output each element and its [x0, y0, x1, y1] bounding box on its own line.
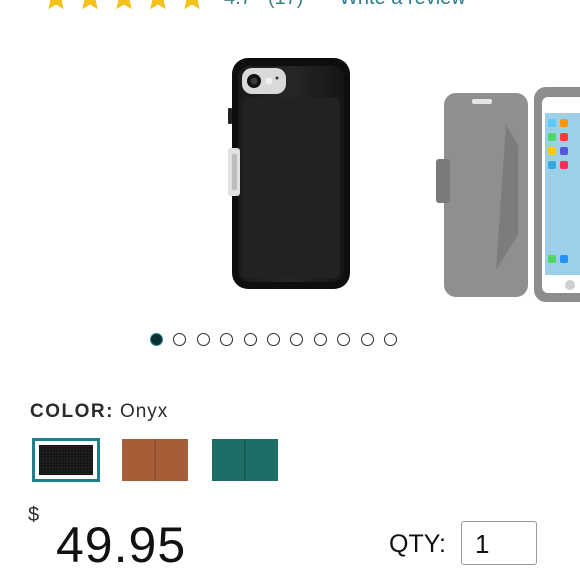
product-image-open — [436, 85, 580, 305]
star-icon — [178, 0, 206, 12]
swatch-fill — [212, 439, 278, 481]
carousel-dot[interactable] — [360, 333, 374, 346]
carousel-dot[interactable] — [220, 333, 234, 346]
carousel-dot[interactable] — [173, 333, 187, 346]
color-swatch-brown[interactable] — [122, 439, 188, 481]
write-review-link[interactable]: Write a review — [339, 0, 465, 10]
product-image-carousel[interactable] — [0, 40, 580, 310]
color-swatch-teal[interactable] — [212, 439, 278, 481]
star-rating — [42, 0, 206, 12]
color-swatch-onyx[interactable] — [32, 438, 100, 482]
carousel-dot[interactable] — [313, 333, 327, 346]
star-icon — [42, 0, 70, 12]
carousel-dot[interactable] — [290, 333, 304, 346]
star-icon — [110, 0, 138, 12]
swatch-fill — [39, 445, 93, 475]
carousel-dot[interactable] — [196, 333, 210, 346]
star-icon — [76, 0, 104, 12]
quantity-label: QTY: — [389, 530, 446, 558]
carousel-dot[interactable] — [337, 333, 351, 346]
swatch-fill — [122, 439, 188, 481]
price-currency: $ — [28, 504, 40, 526]
color-label: COLOR: Onyx — [30, 401, 168, 423]
carousel-dot-active[interactable] — [150, 333, 163, 346]
carousel-dot[interactable] — [266, 333, 280, 346]
product-image-front — [228, 58, 352, 290]
star-icon — [144, 0, 172, 12]
carousel-pagination — [150, 333, 397, 346]
quantity-input[interactable] — [461, 521, 537, 565]
carousel-dot[interactable] — [383, 333, 397, 346]
selected-color-name: Onyx — [119, 401, 169, 422]
price-amount: 49.95 — [56, 517, 187, 573]
color-label-title: COLOR: — [30, 401, 114, 422]
review-count[interactable]: (17) — [268, 0, 304, 10]
rating-row: 4.7 (17) Write a review — [42, 0, 466, 10]
carousel-dot[interactable] — [243, 333, 257, 346]
rating-value: 4.7 — [224, 0, 252, 10]
